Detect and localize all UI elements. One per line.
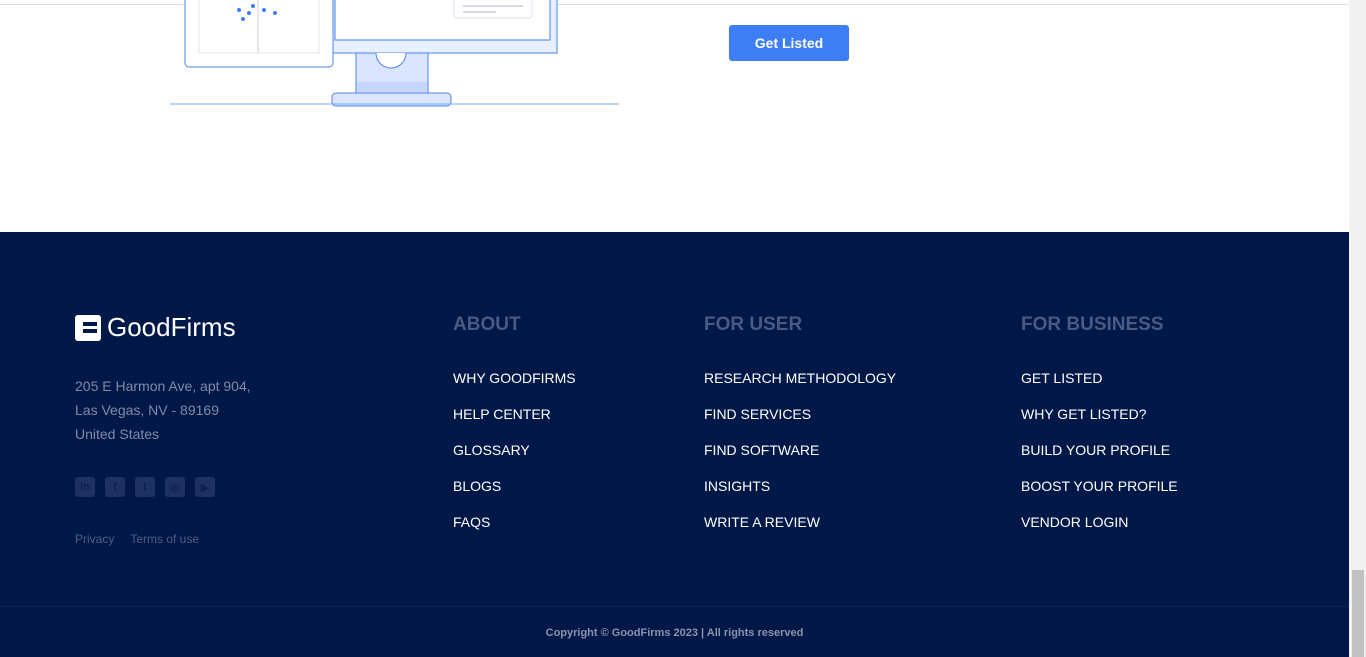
address-line: 205 E Harmon Ave, apt 904, — [75, 378, 251, 394]
legal-links: Privacy Terms of use — [75, 532, 199, 546]
footer-link[interactable]: FIND SERVICES — [704, 406, 896, 442]
goodfirms-logo-icon — [75, 314, 101, 341]
social-links: in f t ◎ ▶ — [75, 477, 215, 497]
footer-link[interactable]: GLOSSARY — [453, 442, 576, 478]
terms-link[interactable]: Terms of use — [130, 532, 199, 546]
footer-link[interactable]: BLOGS — [453, 478, 576, 514]
address-line: United States — [75, 426, 160, 442]
computer-illustration — [170, 0, 619, 107]
footer-link[interactable]: FAQS — [453, 514, 576, 550]
address-line: Las Vegas, NV - 89169 — [75, 402, 219, 418]
privacy-link[interactable]: Privacy — [75, 532, 114, 546]
column-heading: ABOUT — [453, 314, 521, 335]
goodfirms-logo[interactable]: GoodFirms — [75, 312, 236, 343]
copyright: Copyright © GoodFirms 2023 | All rights … — [545, 627, 804, 639]
footer-link[interactable]: GET LISTED — [1021, 370, 1178, 406]
footer: GoodFirms 205 E Harmon Ave, apt 904, Las… — [0, 232, 1349, 657]
instagram-icon[interactable]: ◎ — [165, 477, 185, 497]
scrollbar[interactable] — [1349, 0, 1366, 657]
footer-link[interactable]: INSIGHTS — [704, 478, 896, 514]
footer-link[interactable]: BOOST YOUR PROFILE — [1021, 478, 1178, 514]
address: 205 E Harmon Ave, apt 904, Las Vegas, NV… — [75, 374, 251, 446]
footer-column-for-business: FOR BUSINESS GET LISTED WHY GET LISTED? … — [1021, 314, 1178, 550]
get-listed-button[interactable]: Get Listed — [729, 25, 849, 61]
twitter-icon[interactable]: t — [135, 477, 155, 497]
footer-column-for-user: FOR USER RESEARCH METHODOLOGY FIND SERVI… — [704, 314, 896, 550]
footer-link[interactable]: BUILD YOUR PROFILE — [1021, 442, 1178, 478]
footer-link[interactable]: WHY GOODFIRMS — [453, 370, 576, 406]
footer-link[interactable]: WHY GET LISTED? — [1021, 406, 1178, 442]
footer-column-about: ABOUT WHY GOODFIRMS HELP CENTER GLOSSARY… — [453, 314, 576, 550]
footer-link[interactable]: FIND SOFTWARE — [704, 442, 896, 478]
footer-link[interactable]: RESEARCH METHODOLOGY — [704, 370, 896, 406]
facebook-icon[interactable]: f — [105, 477, 125, 497]
footer-link[interactable]: WRITE A REVIEW — [704, 514, 896, 550]
column-heading: FOR BUSINESS — [1021, 314, 1164, 335]
footer-link[interactable]: VENDOR LOGIN — [1021, 514, 1178, 550]
column-heading: FOR USER — [704, 314, 803, 335]
footer-divider — [0, 606, 1349, 607]
linkedin-icon[interactable]: in — [75, 477, 95, 497]
brand-name: GoodFirms — [107, 312, 236, 342]
scrollbar-thumb[interactable] — [1352, 570, 1364, 657]
footer-link[interactable]: HELP CENTER — [453, 406, 576, 442]
youtube-icon[interactable]: ▶ — [195, 477, 215, 497]
